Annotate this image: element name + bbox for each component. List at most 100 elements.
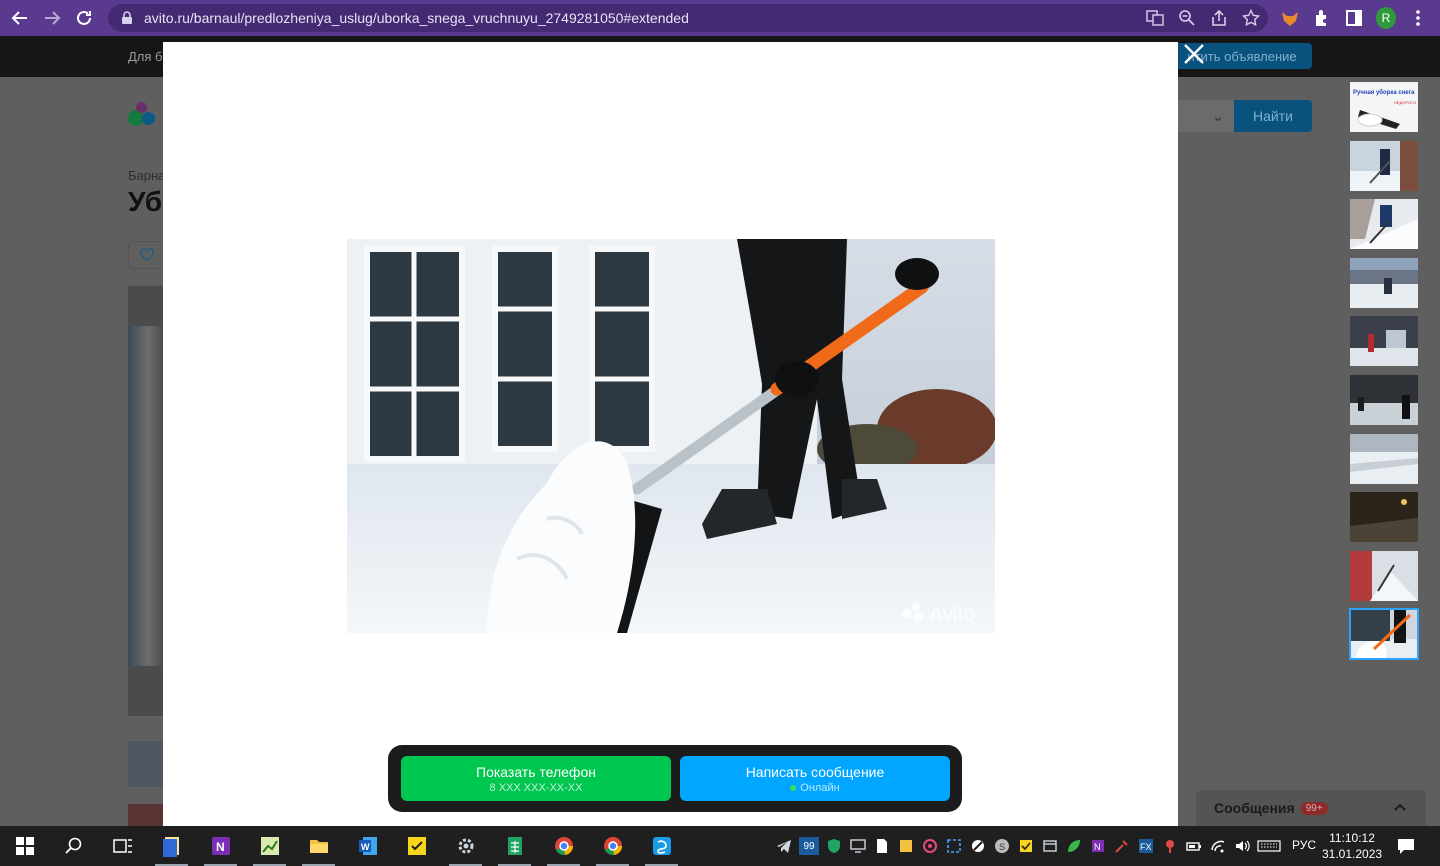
online-status: Онлайн xyxy=(680,782,950,794)
close-modal-button[interactable] xyxy=(1180,40,1208,68)
back-button[interactable] xyxy=(4,0,36,36)
thumbnail-8[interactable] xyxy=(1350,492,1418,543)
sticky-notes-icon xyxy=(407,837,426,855)
svg-text:S: S xyxy=(999,842,1005,852)
breadcrumb[interactable]: Барна xyxy=(128,168,165,183)
show-phone-label: Показать телефон xyxy=(476,764,596,780)
system-tray: 99 S N FX xyxy=(775,826,1281,866)
taskbar-settings-app[interactable] xyxy=(441,826,490,866)
task-view-button[interactable] xyxy=(98,826,147,866)
chevron-up-icon[interactable] xyxy=(1392,799,1408,815)
search-icon xyxy=(64,837,81,854)
volume-tray-icon[interactable] xyxy=(1233,837,1251,855)
notification-center-icon[interactable] xyxy=(1396,836,1416,856)
thumbnail-9[interactable] xyxy=(1350,550,1418,601)
screenshot-tray-icon[interactable] xyxy=(945,837,963,855)
taskbar-clock[interactable]: 11:10:12 31.01.2023 xyxy=(1322,830,1382,862)
url-text[interactable]: avito.ru/barnaul/predlozheniya_uslug/ubo… xyxy=(144,10,689,26)
thumbnail-3[interactable] xyxy=(1350,199,1418,250)
clock-date: 31.01.2023 xyxy=(1322,847,1383,861)
target-tray-icon[interactable] xyxy=(921,837,939,855)
wifi-tray-icon[interactable] xyxy=(1209,837,1227,855)
taskbar-notes-app[interactable] xyxy=(147,826,196,866)
taskbar-onenote[interactable]: N xyxy=(196,826,245,866)
listing-thumb-background xyxy=(128,741,164,787)
taskbar-blue-app[interactable] xyxy=(637,826,686,866)
onenote-icon: N xyxy=(211,837,230,855)
windows-logo-icon xyxy=(15,837,34,855)
battery-tray-icon[interactable] xyxy=(1185,837,1203,855)
arrow-left-icon xyxy=(11,11,27,25)
avito-watermark: Avito xyxy=(929,603,975,626)
windows-taskbar: N W 99 S N FX РУС 11:10:12 31.01.2023 xyxy=(0,826,1440,866)
translate-icon[interactable] xyxy=(1146,9,1164,27)
profile-initial: R xyxy=(1376,7,1396,29)
listing-thumb-background xyxy=(128,804,164,826)
profile-avatar[interactable]: R xyxy=(1376,7,1396,29)
fx-tray-icon[interactable]: FX xyxy=(1137,837,1155,855)
write-message-button[interactable]: Написать сообщение Онлайн xyxy=(680,756,950,801)
messenger-widget[interactable]: Сообщения 99+ xyxy=(1196,790,1426,826)
listing-photo-background xyxy=(128,286,168,716)
chart-app-icon xyxy=(260,837,279,855)
forward-button[interactable] xyxy=(36,0,68,36)
address-bar[interactable]: avito.ru/barnaul/predlozheniya_uslug/ubo… xyxy=(108,4,1268,32)
arrow-right-icon xyxy=(45,11,61,25)
favorite-button[interactable] xyxy=(128,241,166,269)
tray-badge-icon[interactable]: 99 xyxy=(799,837,819,855)
reload-button[interactable] xyxy=(68,0,100,36)
window-tray-icon[interactable] xyxy=(1041,837,1059,855)
thumbnail-5[interactable] xyxy=(1350,316,1418,367)
bookmark-star-icon[interactable] xyxy=(1242,9,1260,27)
thumbnail-10-active[interactable] xyxy=(1349,608,1419,661)
tray-badge-count: 99 xyxy=(803,840,815,852)
taskbar-spreadsheet[interactable] xyxy=(490,826,539,866)
show-phone-button[interactable]: Показать телефон 8 XXX XXX-XX-XX xyxy=(401,756,671,801)
side-panel-icon[interactable] xyxy=(1344,8,1364,28)
category-select[interactable] xyxy=(1178,100,1234,132)
telegram-tray-icon[interactable] xyxy=(775,837,793,855)
notes-icon xyxy=(162,837,179,857)
keyboard-tray-icon[interactable] xyxy=(1257,837,1281,855)
taskbar-search-button[interactable] xyxy=(49,826,98,866)
check-note-tray-icon[interactable] xyxy=(1017,837,1035,855)
notes-tray-icon[interactable] xyxy=(897,837,915,855)
taskbar-chrome-1[interactable] xyxy=(539,826,588,866)
tool-tray-icon[interactable] xyxy=(1113,837,1131,855)
shield-tray-icon[interactable] xyxy=(825,837,843,855)
svg-text:N: N xyxy=(1094,842,1101,852)
s-app-tray-icon[interactable]: S xyxy=(993,837,1011,855)
pin-tray-icon[interactable] xyxy=(1161,837,1179,855)
thumbnail-1[interactable]: Ручная уборка снега НЕДОРОГО xyxy=(1350,82,1418,132)
browser-menu-icon[interactable] xyxy=(1408,8,1428,28)
browser-toolbar: avito.ru/barnaul/predlozheniya_uslug/ubo… xyxy=(0,0,1440,36)
thumbnail-6[interactable] xyxy=(1350,374,1418,425)
monitor-tray-icon[interactable] xyxy=(849,837,867,855)
input-language[interactable]: РУС xyxy=(1292,838,1316,852)
zoom-icon[interactable] xyxy=(1178,9,1196,27)
avito-logo-icon[interactable] xyxy=(128,102,158,128)
document-tray-icon[interactable] xyxy=(873,837,891,855)
taskbar-sticky-notes[interactable] xyxy=(392,826,441,866)
main-listing-photo[interactable]: Avito xyxy=(347,239,995,633)
leaf-tray-icon[interactable] xyxy=(1065,837,1083,855)
thumbnail-7[interactable] xyxy=(1350,433,1418,484)
fox-extension-icon[interactable] xyxy=(1280,8,1300,28)
share-icon[interactable] xyxy=(1210,9,1228,27)
onenote-tray-icon[interactable]: N xyxy=(1089,837,1107,855)
thumbnail-4[interactable] xyxy=(1350,257,1418,308)
taskbar-word[interactable]: W xyxy=(343,826,392,866)
extensions-puzzle-icon[interactable] xyxy=(1312,8,1332,28)
blue-app-icon xyxy=(652,837,671,855)
taskbar-chart-app[interactable] xyxy=(245,826,294,866)
lock-icon xyxy=(122,11,132,24)
chrome-icon xyxy=(554,837,573,856)
taskbar-file-explorer[interactable] xyxy=(294,826,343,866)
block-tray-icon[interactable] xyxy=(969,837,987,855)
messenger-badge: 99+ xyxy=(1300,801,1328,815)
taskbar-chrome-2[interactable] xyxy=(588,826,637,866)
thumbnail-2[interactable] xyxy=(1350,140,1418,191)
snow-shoveling-photo: Avito xyxy=(347,239,995,633)
search-button[interactable]: Найти xyxy=(1234,100,1312,132)
start-button[interactable] xyxy=(0,826,49,866)
